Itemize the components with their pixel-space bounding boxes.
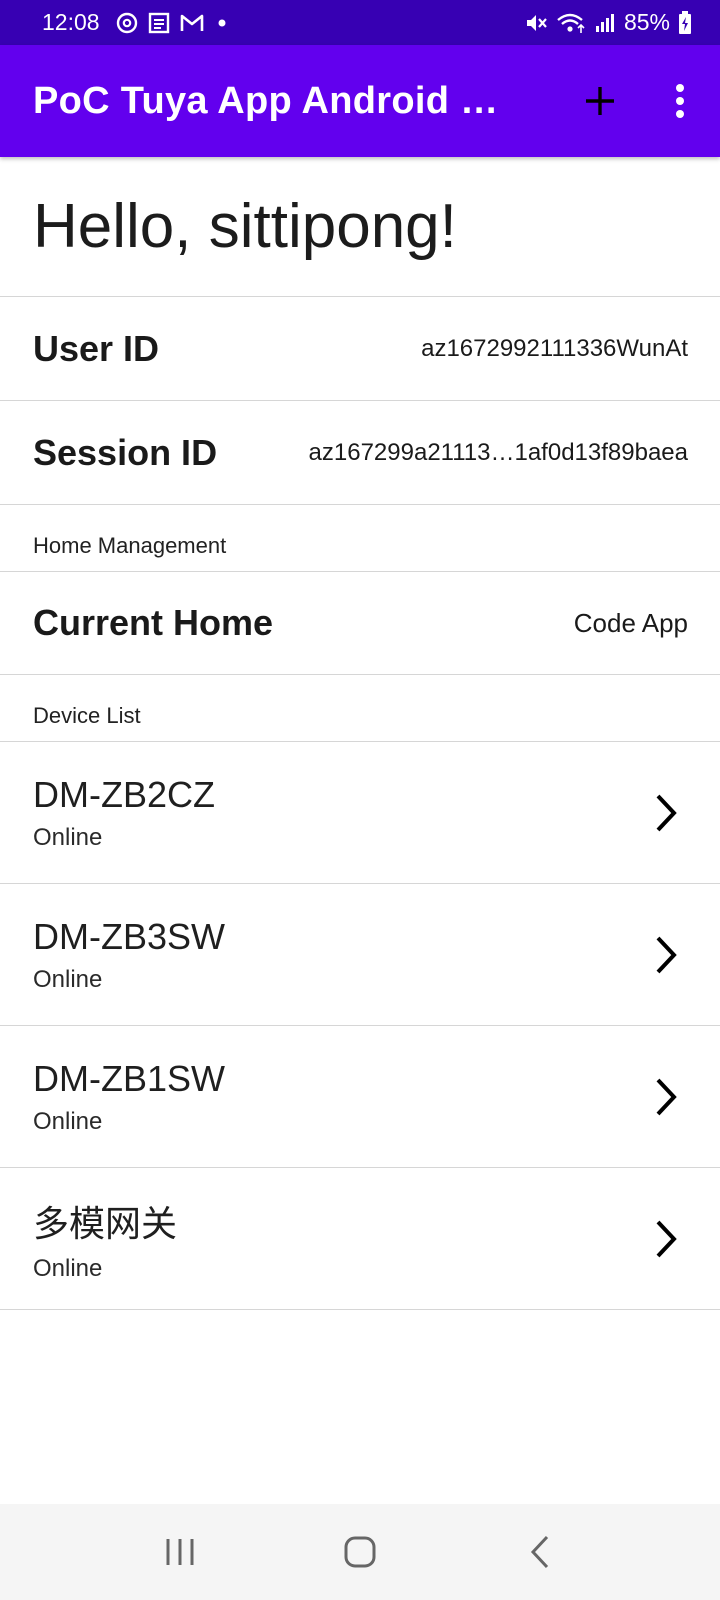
device-text: DM-ZB2CZ Online: [33, 774, 215, 852]
app-title: PoC Tuya App Android S…: [33, 79, 511, 122]
device-text: DM-ZB1SW Online: [33, 1058, 225, 1136]
chevron-right-icon: [646, 783, 686, 843]
session-id-label: Session ID: [33, 431, 218, 473]
current-home-value: Code App: [573, 607, 688, 638]
plus-icon: [586, 87, 614, 115]
device-text: 多模网关 Online: [33, 1195, 177, 1283]
device-text: DM-ZB3SW Online: [33, 916, 225, 994]
user-id-row: User ID az1672992111336WunAt: [0, 297, 720, 401]
more-vert-icon: [676, 84, 684, 118]
current-home-row[interactable]: Current Home Code App: [0, 572, 720, 675]
chevron-right-icon: [646, 1067, 686, 1127]
chevron-right-icon: [646, 925, 686, 985]
home-button[interactable]: [315, 1512, 405, 1592]
app-bar-actions: [560, 45, 720, 157]
device-status: Online: [33, 965, 103, 993]
current-home-label: Current Home: [33, 602, 274, 643]
system-nav-bar: [0, 1504, 720, 1600]
home-management-header: Home Management: [0, 505, 720, 572]
recents-icon: [166, 1539, 194, 1565]
news-icon: [148, 12, 170, 34]
dot-icon: [214, 15, 230, 31]
sync-icon: [116, 12, 138, 34]
home-icon: [344, 1536, 376, 1568]
session-id-row: Session ID az167299a21113…1af0d13f89baea: [0, 401, 720, 505]
device-status: Online: [33, 1107, 103, 1135]
device-status: Online: [33, 1254, 103, 1282]
back-button[interactable]: [495, 1512, 585, 1592]
device-name: DM-ZB1SW: [33, 1057, 225, 1099]
app-bar: PoC Tuya App Android S…: [0, 45, 720, 157]
wifi-icon: [556, 12, 586, 34]
device-list-item[interactable]: DM-ZB1SW Online: [0, 1026, 720, 1168]
device-list-item[interactable]: DM-ZB2CZ Online: [0, 742, 720, 884]
chevron-right-icon: [646, 1209, 686, 1269]
mute-icon: [524, 12, 548, 34]
overflow-menu-button[interactable]: [640, 45, 720, 157]
recents-button[interactable]: [135, 1512, 225, 1592]
device-name: DM-ZB2CZ: [33, 773, 215, 815]
signal-icon: [594, 12, 616, 34]
greeting-title: Hello, sittipong!: [0, 157, 720, 297]
device-list-header: Device List: [0, 675, 720, 742]
battery-percent: 85%: [623, 9, 670, 35]
device-status: Online: [33, 823, 103, 851]
user-id-value: az1672992111336WunAt: [421, 334, 688, 362]
device-name: DM-ZB3SW: [33, 915, 225, 957]
user-id-label: User ID: [33, 327, 160, 369]
main-content: Hello, sittipong! User ID az167299211133…: [0, 157, 720, 1310]
device-name: 多模网关: [33, 1202, 178, 1244]
status-right: 85%: [524, 9, 692, 36]
back-icon: [530, 1535, 549, 1569]
device-list-item[interactable]: DM-ZB3SW Online: [0, 884, 720, 1026]
status-left: 12:08: [42, 9, 230, 36]
add-button[interactable]: [560, 45, 640, 157]
device-list-item[interactable]: 多模网关 Online: [0, 1168, 720, 1310]
status-bar: 12:08 85%: [0, 0, 720, 45]
gmail-icon: [180, 13, 204, 33]
battery-icon: [678, 10, 692, 35]
status-time: 12:08: [42, 9, 100, 35]
session-id-value: az167299a21113…1af0d13f89baea: [308, 438, 688, 466]
